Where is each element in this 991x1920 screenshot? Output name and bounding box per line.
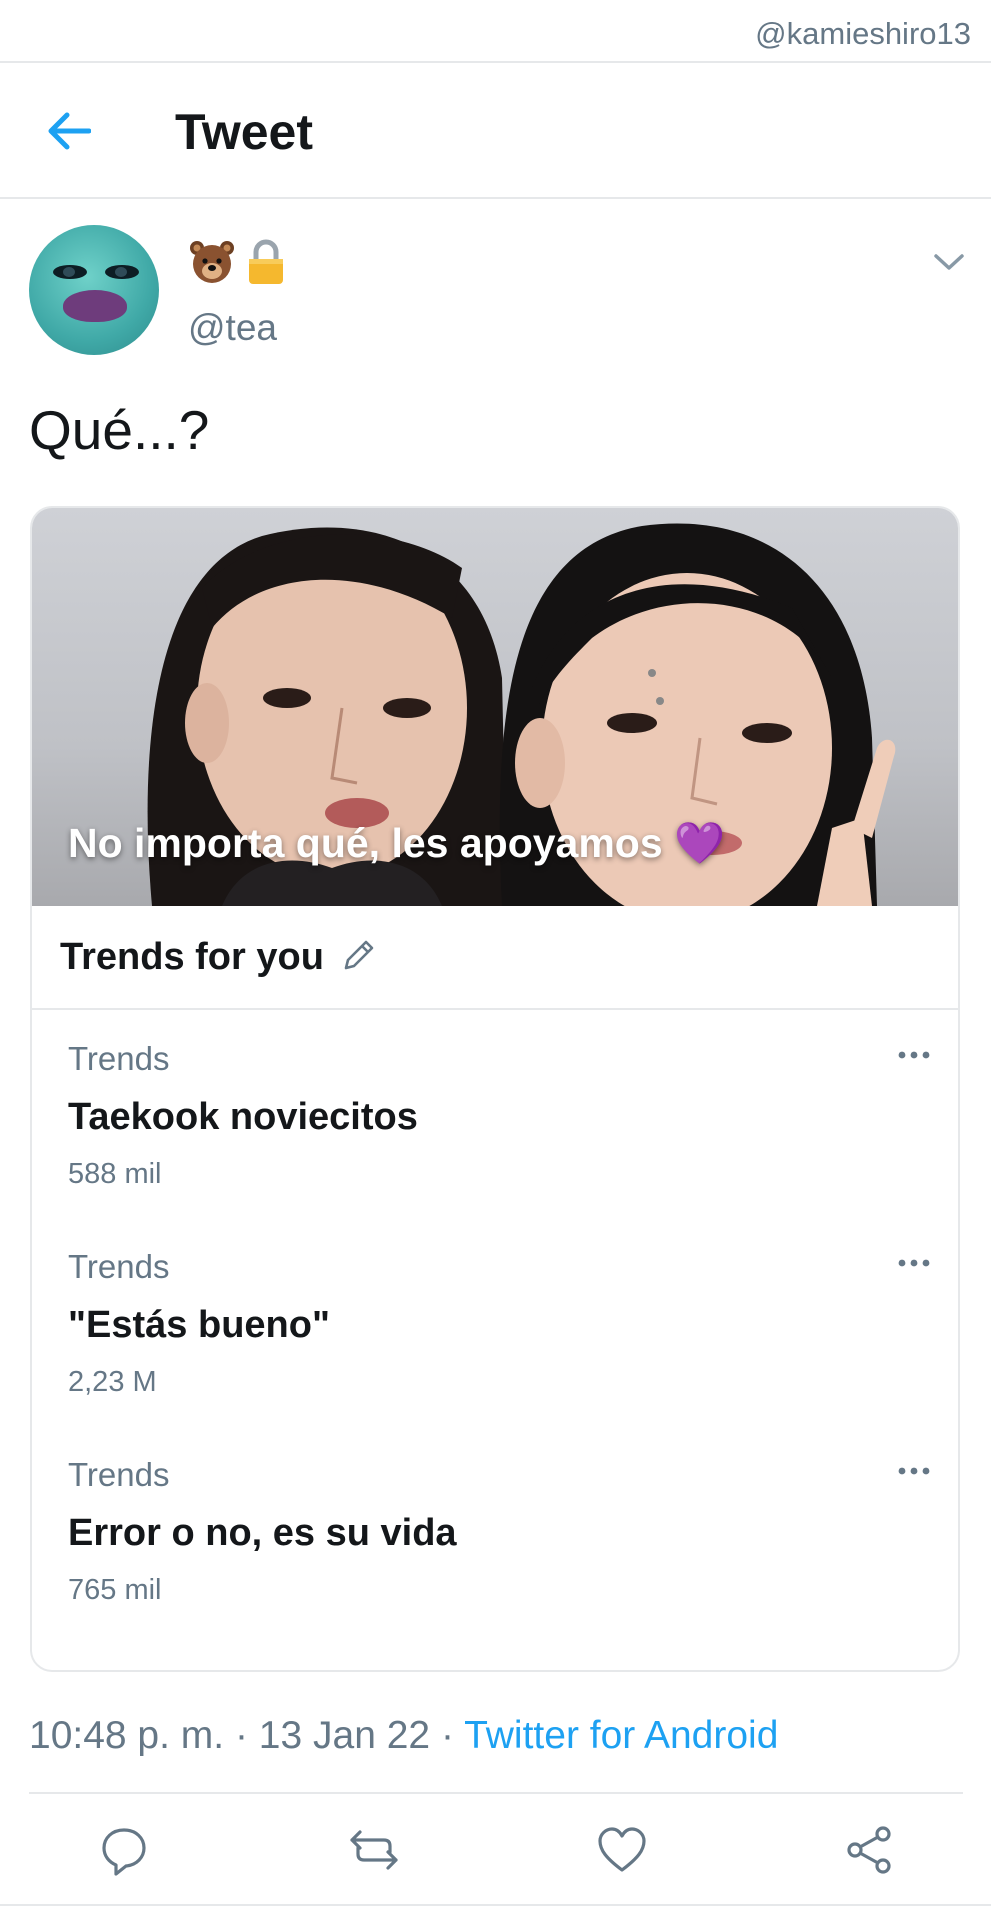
like-icon[interactable] xyxy=(594,1822,650,1878)
bear-emoji-icon xyxy=(190,241,234,283)
more-icon[interactable] xyxy=(890,1456,938,1486)
display-name[interactable] xyxy=(188,238,286,286)
tweet-date: 13 Jan 22 xyxy=(258,1714,431,1757)
trend-category: Trends xyxy=(68,1040,170,1077)
trends-header: Trends for you xyxy=(32,906,958,1010)
pencil-icon[interactable] xyxy=(338,936,378,976)
avatar[interactable] xyxy=(29,225,159,355)
tweet-time: 10:48 p. m. xyxy=(29,1714,225,1757)
trend-count: 588 mil xyxy=(68,1158,162,1190)
avatar-eye-left xyxy=(53,265,87,279)
tweet-photo[interactable]: No importa qué, les apoyamos 💜 xyxy=(32,508,958,906)
tweet-text: Qué...? xyxy=(29,399,210,461)
attached-image-card[interactable]: No importa qué, les apoyamos 💜 Trends fo… xyxy=(30,506,960,1672)
user-handle[interactable]: @tea xyxy=(188,307,277,349)
tweet-header: Tweet xyxy=(0,63,991,199)
tweet-actions xyxy=(0,1794,991,1900)
retweet-icon[interactable] xyxy=(346,1822,402,1878)
meta-separator: · xyxy=(430,1714,465,1757)
page-title: Tweet xyxy=(175,104,313,160)
tweet-meta: 10:48 p. m. · 13 Jan 22 · Twitter for An… xyxy=(29,1714,778,1758)
trend-count: 765 mil xyxy=(68,1574,162,1606)
trend-name: Taekook noviecitos xyxy=(68,1096,418,1138)
trend-category: Trends xyxy=(68,1456,170,1493)
trend-name: "Estás bueno" xyxy=(68,1304,330,1346)
share-icon[interactable] xyxy=(841,1822,897,1878)
trend-item[interactable]: Trends Error o no, es su vida 765 mil xyxy=(32,1428,958,1636)
watermark-bar: @kamieshiro13 xyxy=(0,0,991,63)
divider xyxy=(0,1904,991,1906)
arrow-left-icon xyxy=(48,112,91,150)
trend-name: Error o no, es su vida xyxy=(68,1512,457,1554)
watermark-text: @kamieshiro13 xyxy=(755,16,971,51)
trend-count: 2,23 M xyxy=(68,1366,157,1398)
reply-icon[interactable] xyxy=(96,1822,152,1878)
avatar-eye-right xyxy=(105,265,139,279)
avatar-lips xyxy=(63,290,127,322)
back-button[interactable] xyxy=(38,103,98,159)
banner-text: No importa qué, les apoyamos 💜 xyxy=(68,820,726,866)
chevron-down-icon[interactable] xyxy=(932,250,966,274)
trends-title: Trends for you xyxy=(60,936,324,978)
meta-separator: · xyxy=(224,1714,259,1757)
more-icon[interactable] xyxy=(890,1248,938,1278)
trend-item[interactable]: Trends Taekook noviecitos 588 mil xyxy=(32,1012,958,1220)
lock-emoji-icon xyxy=(249,239,283,284)
tweet-client-link[interactable]: Twitter for Android xyxy=(464,1714,778,1757)
more-icon[interactable] xyxy=(890,1040,938,1070)
trend-item[interactable]: Trends "Estás bueno" 2,23 M xyxy=(32,1220,958,1428)
trend-category: Trends xyxy=(68,1248,170,1285)
